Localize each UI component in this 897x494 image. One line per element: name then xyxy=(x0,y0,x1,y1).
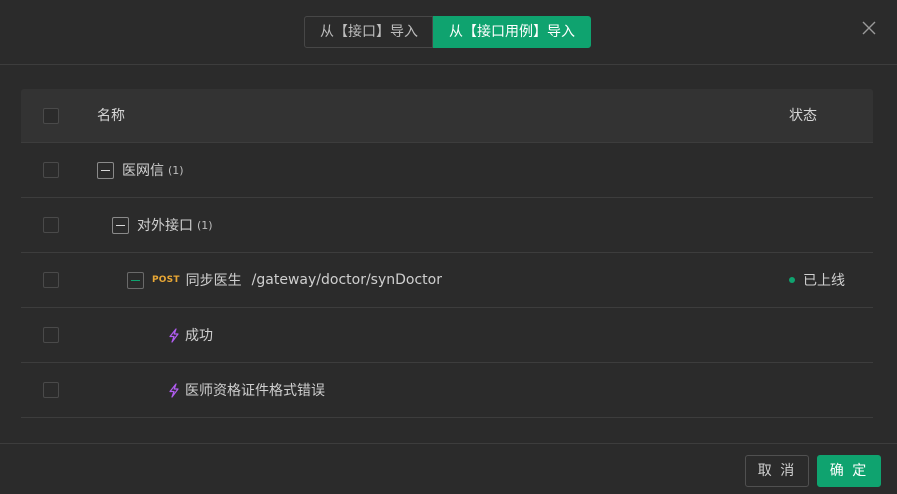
row-checkbox[interactable] xyxy=(43,382,59,398)
bolt-icon xyxy=(169,382,179,398)
status-badge: 已上线 xyxy=(789,253,845,307)
row-name-cell: 医网信 (1) xyxy=(97,143,184,197)
dialog-footer: 取 消 确 定 xyxy=(0,443,897,494)
import-source-switch: 从【接口】导入 从【接口用例】导入 xyxy=(304,16,591,48)
table-row[interactable]: 医网信 (1) xyxy=(21,143,873,198)
select-all-checkbox[interactable] xyxy=(43,107,59,124)
api-name: 同步医生 xyxy=(185,273,242,289)
tab-import-from-api-case[interactable]: 从【接口用例】导入 xyxy=(433,16,591,48)
close-icon[interactable] xyxy=(858,17,880,39)
bolt-icon xyxy=(169,327,179,343)
method-badge: POST xyxy=(152,275,180,285)
table-row[interactable]: 成功 xyxy=(21,308,873,363)
table-header: 名称 状态 xyxy=(21,89,873,143)
group-count: (1) xyxy=(197,218,213,232)
group-name: 对外接口 xyxy=(137,218,193,234)
tab-import-from-api[interactable]: 从【接口】导入 xyxy=(304,16,433,48)
confirm-button[interactable]: 确 定 xyxy=(817,455,881,487)
group-count: (1) xyxy=(168,163,184,177)
column-header-status: 状态 xyxy=(789,108,817,124)
collapse-toggle[interactable] xyxy=(127,271,144,289)
row-checkbox[interactable] xyxy=(43,272,59,288)
collapse-toggle[interactable] xyxy=(97,161,114,179)
row-name-cell: POST 同步医生 /gateway/doctor/synDoctor xyxy=(127,253,442,307)
case-name: 医师资格证件格式错误 xyxy=(185,383,325,399)
table-row[interactable]: 医师资格证件格式错误 xyxy=(21,363,873,418)
status-text: 已上线 xyxy=(803,273,845,289)
import-dialog: 从【接口】导入 从【接口用例】导入 名称 状态 医网信 (1) 对外接口 (1)… xyxy=(0,0,897,494)
column-header-name: 名称 xyxy=(97,108,125,124)
dialog-header: 从【接口】导入 从【接口用例】导入 xyxy=(0,0,897,65)
row-name-cell: 医师资格证件格式错误 xyxy=(168,363,325,417)
case-name: 成功 xyxy=(185,328,213,344)
row-checkbox[interactable] xyxy=(43,217,59,233)
import-table: 名称 状态 医网信 (1) 对外接口 (1) POST 同步医生 /gatewa… xyxy=(21,89,873,418)
table-row[interactable]: 对外接口 (1) xyxy=(21,198,873,253)
table-row[interactable]: POST 同步医生 /gateway/doctor/synDoctor 已上线 xyxy=(21,253,873,308)
row-checkbox[interactable] xyxy=(43,162,59,178)
row-name-cell: 成功 xyxy=(168,308,213,362)
api-path: /gateway/doctor/synDoctor xyxy=(251,272,442,288)
row-name-cell: 对外接口 (1) xyxy=(112,198,213,252)
row-checkbox[interactable] xyxy=(43,327,59,343)
status-dot xyxy=(789,277,795,283)
group-name: 医网信 xyxy=(122,163,164,179)
cancel-button[interactable]: 取 消 xyxy=(745,455,809,487)
collapse-toggle[interactable] xyxy=(112,216,129,234)
